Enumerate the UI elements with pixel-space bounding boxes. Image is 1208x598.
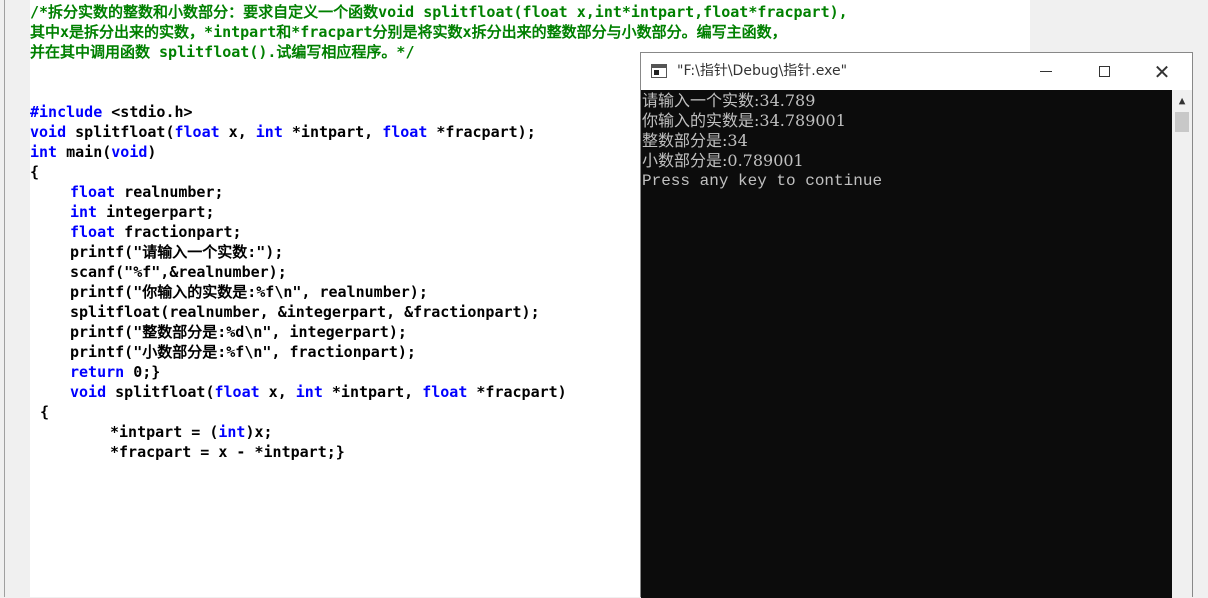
code-line: float realnumber; <box>30 182 224 202</box>
console-output-line: 小数部分是:0.789001 <box>642 151 804 170</box>
code-text: *intpart, <box>322 383 423 401</box>
code-line: printf("小数部分是:%f\n", fractionpart); <box>30 342 416 362</box>
code-keyword: float <box>174 123 220 141</box>
code-line: int main(void) <box>30 142 156 162</box>
scroll-thumb[interactable] <box>1175 112 1189 132</box>
code-comment: 并在其中调用函数 splitfloat().试编写相应程序。*/ <box>30 43 415 61</box>
code-line: printf("请输入一个实数:"); <box>30 242 283 262</box>
maximize-icon <box>1098 66 1110 77</box>
console-titlebar[interactable]: "F:\指针\Debug\指针.exe" ✕ <box>641 53 1192 90</box>
console-title: "F:\指针\Debug\指针.exe" <box>677 63 848 79</box>
minimize-button[interactable] <box>1017 53 1075 90</box>
code-text: x, <box>259 383 296 401</box>
code-text: { <box>40 403 50 421</box>
code-keyword: void <box>30 123 67 141</box>
code-text: *intpart = ( <box>110 423 219 441</box>
code-line: float fractionpart; <box>30 222 242 242</box>
code-keyword: int <box>218 423 246 441</box>
code-text: printf("整数部分是:%d\n", integerpart); <box>70 323 407 341</box>
code-text: x, <box>219 123 256 141</box>
code-text: { <box>30 163 40 181</box>
code-keyword: float <box>214 383 260 401</box>
code-comment: /*拆分实数的整数和小数部分：要求自定义一个函数void splitfloat(… <box>30 3 848 21</box>
code-line: #include <stdio.h> <box>30 102 193 122</box>
code-text: fractionpart; <box>115 223 242 241</box>
code-keyword: int <box>70 203 98 221</box>
code-text: *intpart, <box>282 123 383 141</box>
code-text: splitfloat( <box>106 383 215 401</box>
code-line: printf("整数部分是:%d\n", integerpart); <box>30 322 407 342</box>
code-keyword: int <box>295 383 323 401</box>
console-output-line: 整数部分是:34 <box>642 131 748 150</box>
code-text: printf("请输入一个实数:"); <box>70 243 284 261</box>
code-text: splitfloat( <box>66 123 175 141</box>
code-keyword: float <box>70 183 116 201</box>
code-line: void splitfloat(float x, int *intpart, f… <box>30 382 567 402</box>
code-text: *fracpart = x - *intpart;} <box>110 443 345 461</box>
code-line: 并在其中调用函数 splitfloat().试编写相应程序。*/ <box>30 42 415 62</box>
console-window[interactable]: "F:\指针\Debug\指针.exe" ✕ 请输入一个实数:34.789 你输… <box>640 52 1193 598</box>
code-text: splitfloat(realnumber, &integerpart, &fr… <box>70 303 540 321</box>
code-keyword: float <box>422 383 468 401</box>
code-text: *fracpart) <box>467 383 567 401</box>
code-keyword: return <box>70 363 125 381</box>
code-line: splitfloat(realnumber, &integerpart, &fr… <box>30 302 540 322</box>
code-line: void splitfloat(float x, int *intpart, f… <box>30 122 536 142</box>
code-line: *intpart = (int)x; <box>30 422 273 442</box>
code-text: <stdio.h> <box>111 103 193 121</box>
code-text: 0;} <box>124 363 161 381</box>
console-output-line: 你输入的实数是:34.789001 <box>642 111 846 130</box>
minimize-icon <box>1040 71 1052 72</box>
code-keyword: #include <box>30 103 112 121</box>
code-line: int integerpart; <box>30 202 215 222</box>
code-text: integerpart; <box>97 203 215 221</box>
console-output-area[interactable]: 请输入一个实数:34.789 你输入的实数是:34.789001 整数部分是:3… <box>641 90 1172 598</box>
scroll-up-arrow-icon[interactable]: ▲ <box>1172 90 1192 110</box>
code-line: /*拆分实数的整数和小数部分：要求自定义一个函数void splitfloat(… <box>30 2 848 22</box>
code-text: scanf("%f",&realnumber); <box>70 263 287 281</box>
code-keyword: void <box>70 383 107 401</box>
code-keyword: void <box>111 143 148 161</box>
console-app-icon[interactable] <box>651 64 667 78</box>
code-keyword: float <box>382 123 428 141</box>
maximize-button[interactable] <box>1075 53 1133 90</box>
code-line: return 0;} <box>30 362 160 382</box>
code-text: printf("小数部分是:%f\n", fractionpart); <box>70 343 416 361</box>
code-text: printf("你输入的实数是:%f\n", realnumber); <box>70 283 428 301</box>
editor-left-border <box>4 0 5 597</box>
code-comment: 其中x是拆分出来的实数，*intpart和*fracpart分别是将实数x拆分出… <box>30 23 787 41</box>
console-output-line: 请输入一个实数:34.789 <box>642 91 816 110</box>
code-text: *fracpart); <box>427 123 536 141</box>
console-output-line: Press any key to continue <box>642 172 883 190</box>
code-keyword: int <box>255 123 283 141</box>
code-keyword: float <box>70 223 116 241</box>
code-text: )x; <box>245 423 273 441</box>
code-line: scanf("%f",&realnumber); <box>30 262 287 282</box>
code-line: *fracpart = x - *intpart;} <box>30 442 345 462</box>
code-line: { <box>30 162 39 182</box>
code-keyword: int <box>30 143 58 161</box>
close-icon: ✕ <box>1153 59 1171 84</box>
code-text: main( <box>57 143 112 161</box>
close-button[interactable]: ✕ <box>1133 53 1191 90</box>
code-line: printf("你输入的实数是:%f\n", realnumber); <box>30 282 428 302</box>
code-text: ) <box>147 143 157 161</box>
code-text: realnumber; <box>115 183 224 201</box>
console-vertical-scrollbar[interactable]: ▲ <box>1172 90 1192 598</box>
code-line: 其中x是拆分出来的实数，*intpart和*fracpart分别是将实数x拆分出… <box>30 22 787 42</box>
code-line: { <box>30 402 49 422</box>
